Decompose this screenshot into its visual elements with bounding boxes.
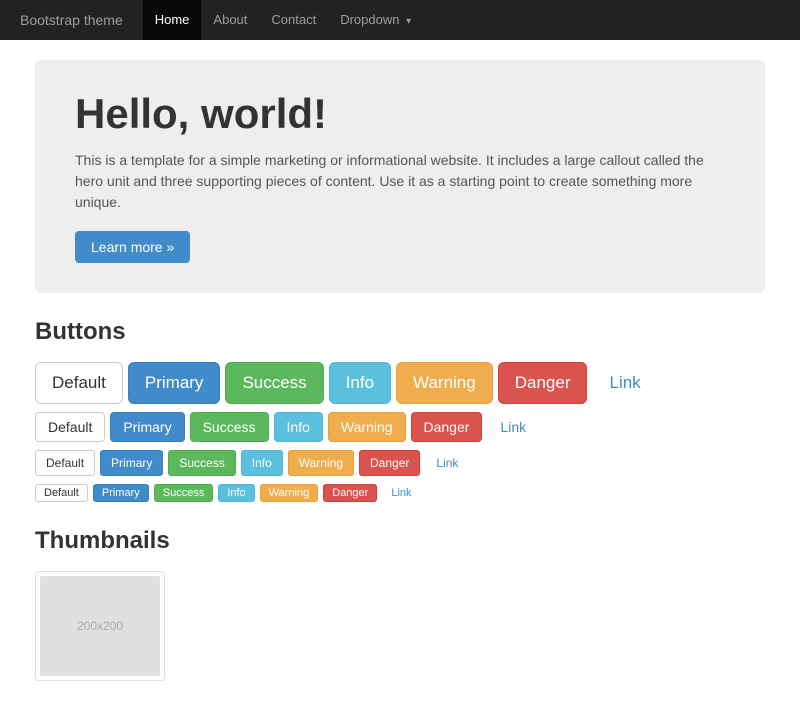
btn-default-sm[interactable]: Default — [35, 450, 95, 476]
hero-heading: Hello, world! — [75, 90, 725, 138]
btn-link-sm[interactable]: Link — [425, 450, 469, 476]
hero-description: This is a template for a simple marketin… — [75, 150, 725, 213]
btn-danger-lg[interactable]: Danger — [498, 362, 588, 404]
btn-primary-xs[interactable]: Primary — [93, 484, 149, 502]
buttons-section: Buttons Default Primary Success Info War… — [35, 318, 765, 502]
thumbnail-size-label: 200x200 — [77, 619, 123, 633]
nav-link-about[interactable]: About — [201, 0, 259, 40]
thumbnails-section: Thumbnails 200x200 — [35, 527, 765, 681]
btn-link-lg[interactable]: Link — [592, 362, 657, 404]
btn-danger-xs[interactable]: Danger — [323, 484, 377, 502]
btn-danger-md[interactable]: Danger — [411, 412, 483, 442]
nav-item-dropdown: Dropdown ▾ — [328, 0, 423, 40]
thumbnail-placeholder: 200x200 — [40, 576, 160, 676]
btn-success-lg[interactable]: Success — [225, 362, 323, 404]
nav-menu: Home About Contact Dropdown ▾ — [143, 0, 423, 40]
thumbnail-item[interactable]: 200x200 — [35, 571, 165, 681]
btn-success-md[interactable]: Success — [190, 412, 269, 442]
btn-warning-md[interactable]: Warning — [328, 412, 406, 442]
button-row-lg: Default Primary Success Info Warning Dan… — [35, 362, 765, 404]
nav-item-about: About — [201, 0, 259, 40]
btn-info-xs[interactable]: Info — [218, 484, 254, 502]
nav-item-home: Home — [143, 0, 202, 40]
btn-success-xs[interactable]: Success — [154, 484, 214, 502]
button-row-sm: Default Primary Success Info Warning Dan… — [35, 450, 765, 476]
btn-info-lg[interactable]: Info — [329, 362, 391, 404]
btn-info-md[interactable]: Info — [274, 412, 323, 442]
btn-primary-lg[interactable]: Primary — [128, 362, 221, 404]
buttons-section-title: Buttons — [35, 318, 765, 346]
btn-danger-sm[interactable]: Danger — [359, 450, 420, 476]
navbar-brand[interactable]: Bootstrap theme — [20, 12, 123, 28]
btn-link-md[interactable]: Link — [487, 412, 539, 442]
btn-primary-md[interactable]: Primary — [110, 412, 184, 442]
btn-warning-sm[interactable]: Warning — [288, 450, 354, 476]
nav-link-contact[interactable]: Contact — [259, 0, 328, 40]
nav-link-dropdown[interactable]: Dropdown ▾ — [328, 0, 423, 40]
thumbnails-section-title: Thumbnails — [35, 527, 765, 555]
navbar: Bootstrap theme Home About Contact Dropd… — [0, 0, 800, 40]
jumbotron: Hello, world! This is a template for a s… — [35, 60, 765, 293]
button-row-md: Default Primary Success Info Warning Dan… — [35, 412, 765, 442]
btn-primary-sm[interactable]: Primary — [100, 450, 163, 476]
button-row-xs: Default Primary Success Info Warning Dan… — [35, 484, 765, 502]
learn-more-button[interactable]: Learn more » — [75, 231, 190, 263]
btn-warning-lg[interactable]: Warning — [396, 362, 493, 404]
nav-item-contact: Contact — [259, 0, 328, 40]
btn-default-xs[interactable]: Default — [35, 484, 88, 502]
btn-warning-xs[interactable]: Warning — [260, 484, 319, 502]
btn-success-sm[interactable]: Success — [168, 450, 235, 476]
btn-default-lg[interactable]: Default — [35, 362, 123, 404]
nav-link-home[interactable]: Home — [143, 0, 202, 40]
main-container: Hello, world! This is a template for a s… — [20, 40, 780, 721]
btn-default-md[interactable]: Default — [35, 412, 105, 442]
btn-info-sm[interactable]: Info — [241, 450, 283, 476]
btn-link-xs[interactable]: Link — [382, 484, 420, 502]
dropdown-arrow-icon: ▾ — [406, 16, 411, 27]
